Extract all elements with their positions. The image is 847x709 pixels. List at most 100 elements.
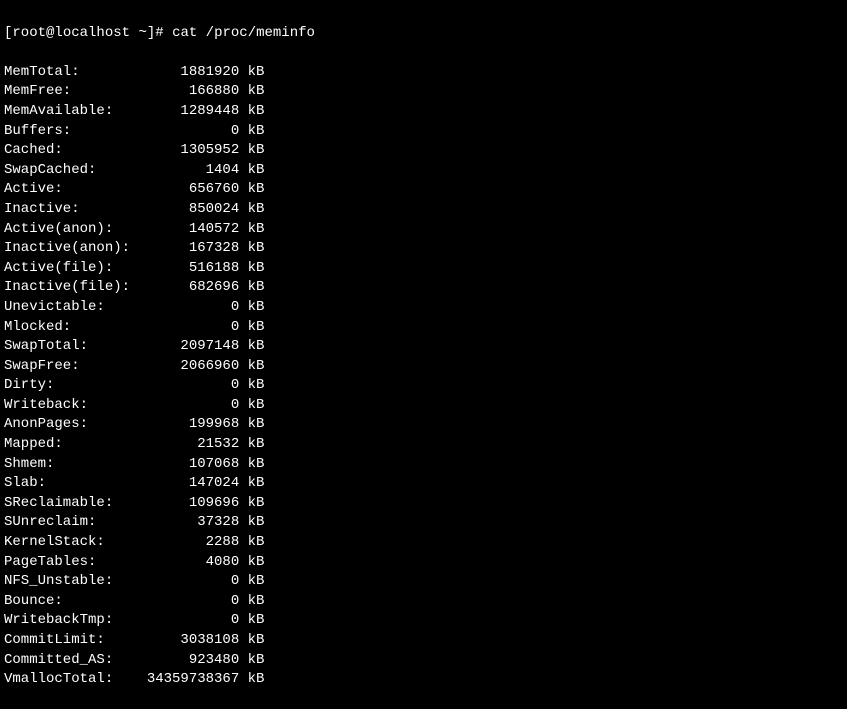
meminfo-line: SUnreclaim: 37328 kB bbox=[4, 513, 843, 533]
meminfo-label: Dirty: bbox=[4, 377, 138, 393]
prompt-user: root bbox=[12, 25, 46, 41]
meminfo-unit: kB bbox=[239, 358, 264, 374]
meminfo-unit: kB bbox=[239, 456, 264, 472]
meminfo-value: 1305952 bbox=[138, 142, 239, 158]
meminfo-value: 682696 bbox=[138, 279, 239, 295]
meminfo-value: 2288 bbox=[138, 534, 239, 550]
meminfo-label: Active: bbox=[4, 181, 138, 197]
meminfo-label: SReclaimable: bbox=[4, 495, 138, 511]
meminfo-value: 1881920 bbox=[138, 64, 239, 80]
meminfo-label: Bounce: bbox=[4, 593, 138, 609]
meminfo-label: Writeback: bbox=[4, 397, 138, 413]
meminfo-label: PageTables: bbox=[4, 554, 138, 570]
meminfo-line: KernelStack: 2288 kB bbox=[4, 533, 843, 553]
meminfo-line: VmallocTotal: 34359738367 kB bbox=[4, 670, 843, 690]
meminfo-label: Slab: bbox=[4, 475, 138, 491]
meminfo-label: KernelStack: bbox=[4, 534, 138, 550]
meminfo-value: 3038108 bbox=[138, 632, 239, 648]
meminfo-line: MemAvailable: 1289448 kB bbox=[4, 102, 843, 122]
meminfo-value: 2066960 bbox=[138, 358, 239, 374]
meminfo-label: SwapCached: bbox=[4, 162, 138, 178]
meminfo-value: 0 bbox=[138, 299, 239, 315]
meminfo-unit: kB bbox=[239, 221, 264, 237]
meminfo-value: 4080 bbox=[138, 554, 239, 570]
terminal-output[interactable]: [root@localhost ~]# cat /proc/meminfo Me… bbox=[4, 4, 843, 709]
meminfo-unit: kB bbox=[239, 632, 264, 648]
meminfo-line: Writeback: 0 kB bbox=[4, 396, 843, 416]
meminfo-unit: kB bbox=[239, 123, 264, 139]
meminfo-value: 199968 bbox=[138, 416, 239, 432]
meminfo-line: Mlocked: 0 kB bbox=[4, 318, 843, 338]
meminfo-label: SwapFree: bbox=[4, 358, 138, 374]
meminfo-unit: kB bbox=[239, 573, 264, 589]
meminfo-unit: kB bbox=[239, 475, 264, 491]
meminfo-line: WritebackTmp: 0 kB bbox=[4, 611, 843, 631]
meminfo-unit: kB bbox=[239, 436, 264, 452]
meminfo-line: PageTables: 4080 kB bbox=[4, 553, 843, 573]
meminfo-value: 516188 bbox=[138, 260, 239, 276]
meminfo-value: 0 bbox=[138, 397, 239, 413]
meminfo-unit: kB bbox=[239, 397, 264, 413]
meminfo-line: Inactive(file): 682696 kB bbox=[4, 278, 843, 298]
meminfo-label: Unevictable: bbox=[4, 299, 138, 315]
meminfo-line: SReclaimable: 109696 kB bbox=[4, 494, 843, 514]
meminfo-line: NFS_Unstable: 0 kB bbox=[4, 572, 843, 592]
meminfo-label: Buffers: bbox=[4, 123, 138, 139]
meminfo-unit: kB bbox=[239, 514, 264, 530]
meminfo-label: Mapped: bbox=[4, 436, 138, 452]
prompt-symbol: # bbox=[155, 25, 163, 41]
meminfo-label: SwapTotal: bbox=[4, 338, 138, 354]
prompt-close-bracket: ] bbox=[147, 25, 155, 41]
meminfo-value: 923480 bbox=[138, 652, 239, 668]
meminfo-value: 0 bbox=[138, 123, 239, 139]
meminfo-label: VmallocTotal: bbox=[4, 671, 138, 687]
meminfo-value: 147024 bbox=[138, 475, 239, 491]
meminfo-unit: kB bbox=[239, 495, 264, 511]
meminfo-line: Committed_AS: 923480 kB bbox=[4, 651, 843, 671]
meminfo-label: Mlocked: bbox=[4, 319, 138, 335]
meminfo-line: Bounce: 0 kB bbox=[4, 592, 843, 612]
meminfo-value: 109696 bbox=[138, 495, 239, 511]
meminfo-line: Cached: 1305952 kB bbox=[4, 141, 843, 161]
command-text: cat /proc/meminfo bbox=[172, 25, 315, 41]
meminfo-label: CommitLimit: bbox=[4, 632, 138, 648]
meminfo-label: Inactive(file): bbox=[4, 279, 138, 295]
meminfo-line: MemFree: 166880 kB bbox=[4, 82, 843, 102]
meminfo-label: Inactive: bbox=[4, 201, 138, 217]
meminfo-unit: kB bbox=[239, 260, 264, 276]
meminfo-value: 34359738367 bbox=[138, 671, 239, 687]
meminfo-line: Buffers: 0 kB bbox=[4, 122, 843, 142]
meminfo-label: Inactive(anon): bbox=[4, 240, 138, 256]
meminfo-unit: kB bbox=[239, 162, 264, 178]
meminfo-line: CommitLimit: 3038108 kB bbox=[4, 631, 843, 651]
meminfo-value: 850024 bbox=[138, 201, 239, 217]
meminfo-line: Slab: 147024 kB bbox=[4, 474, 843, 494]
meminfo-label: WritebackTmp: bbox=[4, 612, 138, 628]
meminfo-value: 140572 bbox=[138, 221, 239, 237]
meminfo-value: 167328 bbox=[138, 240, 239, 256]
meminfo-label: MemAvailable: bbox=[4, 103, 138, 119]
meminfo-unit: kB bbox=[239, 593, 264, 609]
meminfo-label: Active(anon): bbox=[4, 221, 138, 237]
meminfo-unit: kB bbox=[239, 279, 264, 295]
meminfo-value: 107068 bbox=[138, 456, 239, 472]
meminfo-label: Active(file): bbox=[4, 260, 138, 276]
meminfo-line: Mapped: 21532 kB bbox=[4, 435, 843, 455]
meminfo-line: AnonPages: 199968 kB bbox=[4, 415, 843, 435]
meminfo-unit: kB bbox=[239, 319, 264, 335]
meminfo-value: 37328 bbox=[138, 514, 239, 530]
meminfo-value: 0 bbox=[138, 377, 239, 393]
meminfo-value: 0 bbox=[138, 593, 239, 609]
meminfo-unit: kB bbox=[239, 83, 264, 99]
meminfo-unit: kB bbox=[239, 64, 264, 80]
meminfo-label: Shmem: bbox=[4, 456, 138, 472]
prompt-path: ~ bbox=[138, 25, 146, 41]
meminfo-unit: kB bbox=[239, 671, 264, 687]
meminfo-output: MemTotal: 1881920 kBMemFree: 166880 kBMe… bbox=[4, 63, 843, 690]
meminfo-label: Committed_AS: bbox=[4, 652, 138, 668]
meminfo-line: SwapTotal: 2097148 kB bbox=[4, 337, 843, 357]
meminfo-unit: kB bbox=[239, 103, 264, 119]
meminfo-value: 0 bbox=[138, 612, 239, 628]
prompt-host: localhost bbox=[54, 25, 130, 41]
meminfo-label: SUnreclaim: bbox=[4, 514, 138, 530]
